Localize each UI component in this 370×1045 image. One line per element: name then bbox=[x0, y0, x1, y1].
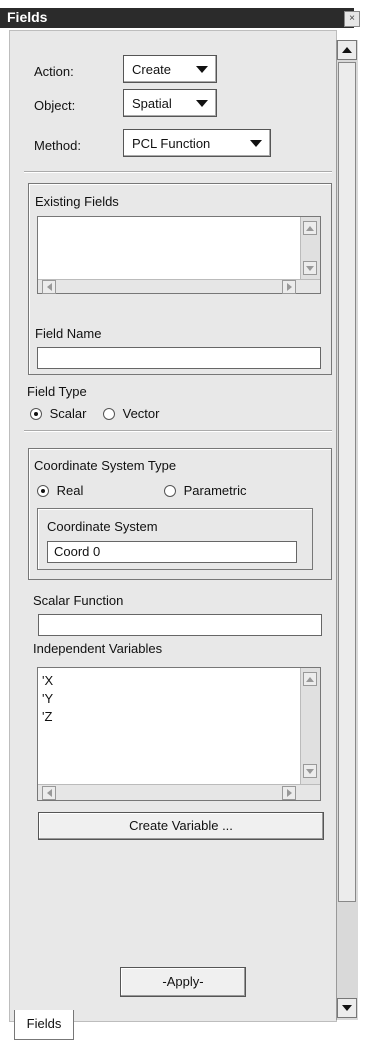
chevron-down-icon bbox=[196, 99, 208, 107]
coordinate-system-label: Coordinate System bbox=[47, 519, 158, 534]
radio-parametric-label: Parametric bbox=[183, 483, 247, 499]
action-value: Create bbox=[132, 61, 172, 77]
field-name-input[interactable] bbox=[37, 347, 321, 369]
action-label: Action: bbox=[34, 64, 74, 79]
horizontal-scrollbar[interactable] bbox=[38, 784, 320, 800]
list-item[interactable]: 'X bbox=[42, 672, 53, 690]
radio-real[interactable]: Real bbox=[37, 482, 83, 498]
arrow-down-icon bbox=[342, 1005, 352, 1011]
scroll-up-button[interactable] bbox=[303, 672, 317, 686]
scroll-left-button[interactable] bbox=[42, 786, 56, 800]
panel-scrollbar[interactable] bbox=[336, 40, 358, 1020]
method-label: Method: bbox=[34, 138, 81, 153]
create-variable-button[interactable]: Create Variable ... bbox=[38, 812, 324, 840]
method-dropdown[interactable]: PCL Function bbox=[123, 129, 271, 157]
radio-real-label: Real bbox=[56, 483, 84, 499]
window-title: Fields bbox=[7, 9, 48, 25]
title-bar-fill bbox=[0, 8, 354, 28]
title-bar: Fields × bbox=[0, 0, 370, 30]
arrow-left-icon bbox=[46, 789, 52, 797]
scalar-function-label: Scalar Function bbox=[33, 593, 124, 608]
field-name-label: Field Name bbox=[35, 326, 102, 341]
separator bbox=[24, 430, 332, 432]
existing-fields-label: Existing Fields bbox=[35, 194, 119, 209]
tab-fields[interactable]: Fields bbox=[14, 1010, 74, 1040]
radio-parametric[interactable]: Parametric bbox=[164, 482, 246, 498]
action-dropdown[interactable]: Create bbox=[123, 55, 217, 83]
scroll-down-button[interactable] bbox=[303, 764, 317, 778]
vertical-scrollbar[interactable] bbox=[300, 217, 320, 279]
separator bbox=[24, 171, 332, 173]
scroll-left-button[interactable] bbox=[42, 280, 56, 294]
chevron-down-icon bbox=[196, 65, 208, 73]
radio-scalar-label: Scalar bbox=[49, 406, 87, 422]
independent-variables-label: Independent Variables bbox=[33, 641, 163, 656]
scroll-down-button[interactable] bbox=[303, 261, 317, 275]
arrow-down-icon bbox=[306, 768, 314, 774]
scalar-function-input[interactable] bbox=[38, 614, 322, 636]
apply-button[interactable]: -Apply- bbox=[120, 967, 246, 997]
object-dropdown[interactable]: Spatial bbox=[123, 89, 217, 117]
radio-unselected-icon bbox=[103, 407, 115, 420]
arrow-right-icon bbox=[286, 283, 292, 291]
list-item[interactable]: 'Y bbox=[42, 690, 53, 708]
object-label: Object: bbox=[34, 98, 76, 113]
scroll-up-button[interactable] bbox=[303, 221, 317, 235]
radio-selected-icon bbox=[37, 484, 49, 497]
scroll-right-button[interactable] bbox=[282, 786, 296, 800]
radio-scalar[interactable]: Scalar bbox=[30, 405, 86, 421]
close-button[interactable]: × bbox=[344, 11, 360, 27]
object-value: Spatial bbox=[132, 95, 172, 111]
list-item[interactable]: 'Z bbox=[42, 708, 52, 726]
scroll-right-button[interactable] bbox=[282, 280, 296, 294]
scrollbar-thumb[interactable] bbox=[338, 62, 356, 902]
vertical-scrollbar[interactable] bbox=[300, 668, 320, 784]
scroll-up-button[interactable] bbox=[337, 40, 357, 60]
scroll-down-button[interactable] bbox=[337, 998, 357, 1018]
chevron-down-icon bbox=[250, 139, 262, 147]
arrow-up-icon bbox=[306, 225, 314, 231]
radio-selected-icon bbox=[30, 407, 42, 420]
independent-variables-list[interactable]: 'X 'Y 'Z bbox=[37, 667, 321, 801]
arrow-up-icon bbox=[342, 47, 352, 53]
radio-unselected-icon bbox=[164, 484, 176, 497]
arrow-left-icon bbox=[46, 283, 52, 291]
arrow-right-icon bbox=[286, 789, 292, 797]
radio-vector[interactable]: Vector bbox=[103, 405, 159, 421]
existing-fields-list[interactable] bbox=[37, 216, 321, 294]
coordinate-system-input[interactable]: Coord 0 bbox=[47, 541, 297, 563]
radio-vector-label: Vector bbox=[122, 406, 160, 422]
arrow-down-icon bbox=[306, 265, 314, 271]
arrow-up-icon bbox=[306, 676, 314, 682]
field-type-label: Field Type bbox=[27, 384, 87, 399]
horizontal-scrollbar[interactable] bbox=[38, 279, 320, 294]
coordinate-system-type-label: Coordinate System Type bbox=[34, 458, 177, 473]
method-value: PCL Function bbox=[132, 135, 211, 151]
